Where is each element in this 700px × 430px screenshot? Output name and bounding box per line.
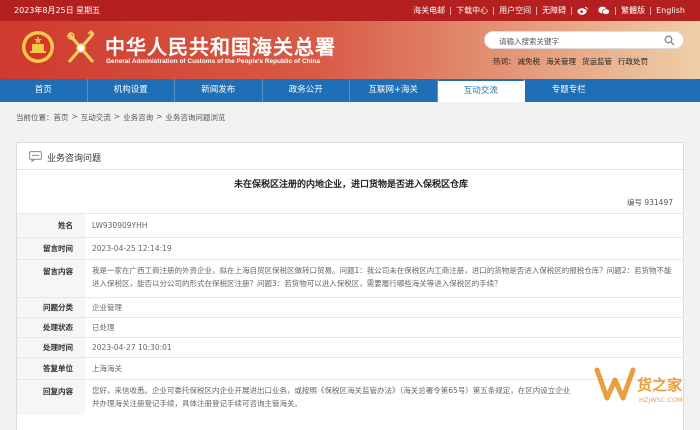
watermark-domain: HZJWSC.COM [639, 396, 683, 404]
breadcrumb-interaction[interactable]: 互动交流 [81, 112, 111, 123]
row-value: 2023-04-27 10:30:01 [92, 343, 172, 352]
breadcrumb-home[interactable]: 首页 [54, 112, 69, 123]
wechat-icon[interactable] [593, 6, 615, 15]
nav-special-topics[interactable]: 专题专栏 [525, 79, 613, 102]
nav-organization[interactable]: 机构设置 [88, 79, 175, 102]
site-header: 中华人民共和国海关总署 General Administration of Cu… [0, 21, 700, 79]
row-reply-unit: 答复单位 上海海关 [17, 357, 685, 379]
hot-word-customs-management[interactable]: 海关管理 [546, 56, 576, 67]
link-traditional-chinese[interactable]: 繁體版 [616, 5, 650, 16]
row-status: 处理状态 已处理 [17, 317, 685, 337]
search-box[interactable]: 请输入搜索关键字 [484, 31, 684, 49]
breadcrumb-separator: > [156, 112, 163, 121]
nav-interaction[interactable]: 互动交流 [437, 79, 525, 102]
hot-word-tax-exemption[interactable]: 减免税 [518, 56, 541, 67]
question-title: 未在保税区注册的内地企业，进口货物是否进入保税区仓库 [233, 180, 468, 190]
row-process-time: 处理时间 2023-04-27 10:30:01 [17, 337, 685, 357]
breadcrumb: 当前位置： 首页 > 互动交流 > 业务咨询 > 业务咨询问题浏览 [16, 112, 228, 123]
search-placeholder: 请输入搜索关键字 [499, 37, 559, 46]
site-title: 中华人民共和国海关总署 [105, 35, 336, 59]
national-emblem-icon [22, 31, 54, 66]
nav-internet-customs[interactable]: 互联网+海关 [350, 79, 438, 102]
row-label: 回复内容 [17, 380, 85, 415]
link-user-space[interactable]: 用户空间 [494, 5, 536, 16]
row-label: 留言内容 [17, 260, 85, 297]
customs-emblem-icon [67, 29, 95, 63]
row-label: 处理状态 [17, 318, 85, 337]
row-name: 姓名 LW930909YHH [17, 213, 685, 237]
nav-government-affairs[interactable]: 政务公开 [263, 79, 350, 102]
row-category: 问题分类 企业管理 [17, 297, 685, 317]
weibo-icon[interactable] [572, 6, 593, 15]
row-label: 姓名 [17, 214, 85, 237]
hot-words-label: 热词： [493, 57, 516, 66]
row-message-content: 留言内容 我是一家在广西工商注册的外资企业，拟在上海自贸区保税区做转口贸易。问题… [17, 259, 685, 297]
question-number: 编号 931497 [627, 197, 673, 208]
link-english[interactable]: English [651, 6, 690, 15]
row-label: 处理时间 [17, 338, 85, 357]
breadcrumb-consultation[interactable]: 业务咨询 [123, 112, 153, 123]
nav-home[interactable]: 首页 [0, 79, 88, 102]
watermark-brand: 货之家 [637, 376, 682, 394]
search-icon[interactable] [664, 35, 675, 46]
watermark-logo: 货之家 HZJWSC.COM [594, 367, 683, 404]
main-nav: 首页 机构设置 新闻发布 政务公开 互联网+海关 互动交流 专题专栏 [0, 79, 700, 102]
hot-words: 热词： 减免税 海关管理 货运监管 行政处罚 [493, 56, 654, 67]
row-value: LW930909YHH [92, 221, 148, 230]
row-value: 2023-04-25 12:14:19 [92, 244, 172, 253]
row-reply-content: 回复内容 您好，来信收悉。企业可委托保税区内企业开展进出口业务，或按照《保税区海… [17, 379, 685, 415]
row-label: 问题分类 [17, 298, 85, 317]
row-value: 企业管理 [92, 303, 122, 312]
link-download-center[interactable]: 下载中心 [451, 5, 493, 16]
panel-heading: 业务咨询问题 [47, 154, 102, 164]
breadcrumb-separator: > [71, 112, 78, 121]
number-label: 编号 [626, 198, 642, 207]
row-value: 已处理 [92, 323, 115, 332]
consultation-panel: 业务咨询问题 未在保税区注册的内地企业，进口货物是否进入保税区仓库 编号 931… [16, 142, 685, 430]
hot-word-cargo-supervision[interactable]: 货运监管 [582, 56, 612, 67]
top-links: 海关电邮 下载中心 用户空间 无障碍 繁體版 English [408, 5, 690, 16]
row-value: 我是一家在广西工商注册的外资企业，拟在上海自贸区保税区做转口贸易。问题1：我公司… [92, 266, 672, 288]
breadcrumb-prefix: 当前位置： [16, 113, 54, 122]
breadcrumb-current: 业务咨询问题浏览 [165, 113, 226, 122]
site-title-english: General Administration of Customs of the… [106, 58, 321, 65]
hot-word-administrative-penalty[interactable]: 行政处罚 [618, 56, 648, 67]
top-bar: 2023年8月25日 星期五 海关电邮 下载中心 用户空间 无障碍 繁體版 En… [0, 0, 700, 21]
chat-bubble-icon [29, 151, 42, 162]
breadcrumb-separator: > [113, 112, 121, 121]
link-accessibility[interactable]: 无障碍 [537, 5, 571, 16]
row-label: 答复单位 [17, 358, 85, 379]
current-date: 2023年8月25日 星期五 [14, 6, 101, 15]
link-customs-email[interactable]: 海关电邮 [408, 5, 450, 16]
panel-header: 业务咨询问题 [17, 143, 683, 170]
number-value: 931497 [644, 198, 673, 207]
row-message-time: 留言时间 2023-04-25 12:14:19 [17, 237, 685, 259]
row-label: 留言时间 [17, 238, 85, 259]
detail-table: 姓名 LW930909YHH 留言时间 2023-04-25 12:14:19 … [17, 213, 685, 415]
nav-news[interactable]: 新闻发布 [175, 79, 263, 102]
